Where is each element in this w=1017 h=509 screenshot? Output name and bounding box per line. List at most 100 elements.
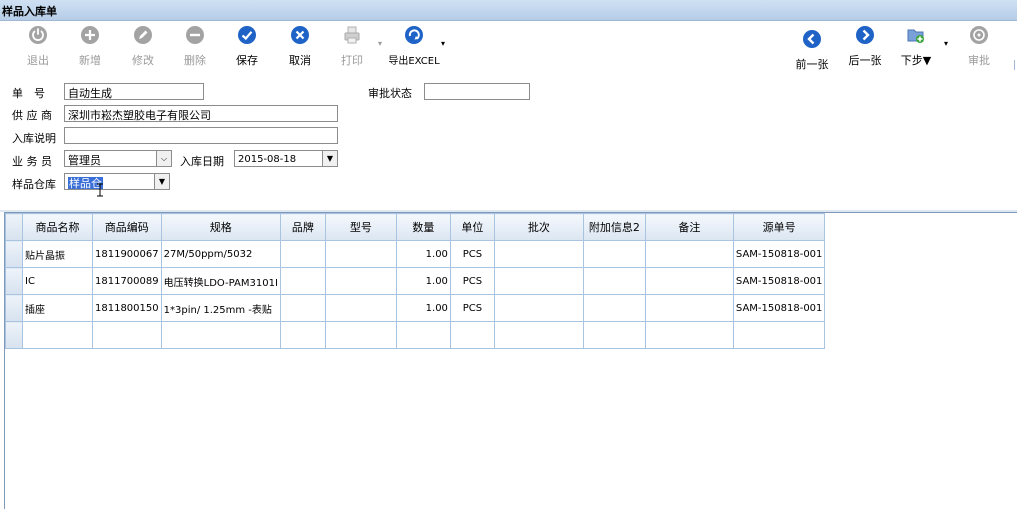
table-row[interactable]: 贴片晶振 1811900067 27M/50ppm/5032 1.00 PCS SAM-1…: [5, 240, 826, 268]
grid-cell[interactable]: [644, 240, 734, 268]
doc-no-field[interactable]: 自动生成: [64, 83, 204, 100]
grid-cell[interactable]: 1811700089: [92, 267, 162, 295]
edit-label: 修改: [132, 54, 154, 67]
export-excel-button[interactable]: 导出EXCEL: [388, 25, 440, 67]
grid-cell[interactable]: [22, 321, 93, 349]
grid-cell[interactable]: 27M/50ppm/5032: [160, 240, 281, 268]
clerk-select[interactable]: 管理员 ⌵: [64, 150, 172, 167]
column-header[interactable]: 源单号: [732, 213, 826, 241]
chevron-down-icon[interactable]: ▼: [154, 174, 169, 189]
date-picker[interactable]: 2015-08-18 ▼: [234, 150, 338, 167]
column-header[interactable]: 型号: [324, 213, 397, 241]
grid-cell[interactable]: [493, 267, 584, 295]
grid-cell[interactable]: [279, 294, 326, 322]
grid-cell[interactable]: [644, 294, 734, 322]
grid-cell[interactable]: [582, 240, 646, 268]
approve-button[interactable]: 审批: [954, 25, 1004, 67]
grid-cell[interactable]: [324, 321, 397, 349]
grid-cell[interactable]: [582, 294, 646, 322]
grid-cell[interactable]: 电压转换LDO-PAM3101I: [160, 267, 281, 295]
add-button[interactable]: 新增: [65, 25, 115, 67]
grid-cell[interactable]: [92, 321, 162, 349]
row-header[interactable]: [5, 294, 23, 322]
grid-cell[interactable]: 1*3pin/ 1.25mm -表贴: [160, 294, 281, 322]
grid-cell[interactable]: PCS: [449, 294, 495, 322]
chevron-down-icon[interactable]: ▼: [322, 151, 337, 166]
approval-status-field[interactable]: [424, 83, 530, 100]
grid-cell[interactable]: [449, 321, 495, 349]
detail-grid: 商品名称 商品编码 规格 品牌 型号 数量 单位 批次 附加信息2 备注 源单号…: [4, 212, 1017, 509]
grid-cell[interactable]: [160, 321, 281, 349]
delete-button[interactable]: 删除: [170, 25, 220, 67]
check-circle-icon: [238, 26, 256, 44]
grid-cell[interactable]: 1.00: [395, 240, 451, 268]
row-header[interactable]: [5, 240, 23, 268]
chevron-down-icon[interactable]: ⌵: [156, 151, 171, 166]
supplier-field[interactable]: 深圳市崧杰塑胶电子有限公司: [64, 105, 338, 122]
next-step-dropdown-icon[interactable]: ▾: [944, 39, 948, 48]
table-row[interactable]: [5, 321, 826, 349]
grid-cell[interactable]: [324, 240, 397, 268]
column-header[interactable]: 附加信息2: [582, 213, 646, 241]
approve-icon: [970, 26, 988, 44]
grid-cell[interactable]: [493, 294, 584, 322]
column-header[interactable]: 批次: [493, 213, 584, 241]
grid-cell[interactable]: [582, 267, 646, 295]
grid-cell[interactable]: IC: [22, 267, 93, 295]
column-header[interactable]: 商品编码: [92, 213, 162, 241]
column-header[interactable]: 商品名称: [22, 213, 93, 241]
grid-cell[interactable]: 插座: [22, 294, 93, 322]
grid-cell[interactable]: 1.00: [395, 294, 451, 322]
grid-cell[interactable]: [324, 267, 397, 295]
table-row[interactable]: IC 1811700089 电压转换LDO-PAM3101I 1.00 PCS SAM-1…: [5, 267, 826, 295]
grid-cell[interactable]: SAM-150818-001: [732, 294, 826, 322]
cancel-button[interactable]: 取消: [275, 25, 325, 67]
grid-cell[interactable]: SAM-150818-001: [732, 267, 826, 295]
grid-cell[interactable]: [279, 267, 326, 295]
grid-cell[interactable]: 贴片晶振: [22, 240, 93, 268]
grid-cell[interactable]: [395, 321, 451, 349]
grid-cell[interactable]: 1.00: [395, 267, 451, 295]
grid-cell[interactable]: [493, 321, 584, 349]
save-button[interactable]: 保存: [222, 25, 272, 67]
grid-cell[interactable]: [582, 321, 646, 349]
grid-cell[interactable]: [279, 240, 326, 268]
exit-button[interactable]: 退出: [13, 25, 63, 67]
row-header[interactable]: [5, 267, 23, 295]
warehouse-label: 样品仓库: [12, 178, 56, 191]
column-header[interactable]: 备注: [644, 213, 734, 241]
edit-button[interactable]: 修改: [118, 25, 168, 67]
approval-status-label: 审批状态: [368, 87, 412, 100]
grid-cell[interactable]: [324, 294, 397, 322]
approve-label: 审批: [968, 54, 990, 67]
prev-record-button[interactable]: 前一张: [787, 25, 837, 71]
next-label: 后一张: [848, 54, 882, 67]
table-row[interactable]: 插座 1811800150 1*3pin/ 1.25mm -表贴 1.00 PCS SAM…: [5, 294, 826, 322]
export-dropdown-icon[interactable]: ▾: [441, 39, 445, 48]
grid-cell[interactable]: SAM-150818-001: [732, 240, 826, 268]
next-step-button[interactable]: 下步▼: [891, 25, 941, 67]
row-header[interactable]: [5, 321, 23, 349]
grid-cell[interactable]: [644, 321, 734, 349]
warehouse-select[interactable]: 样品仓 ▼: [64, 173, 170, 190]
grid-cell[interactable]: PCS: [449, 267, 495, 295]
column-header[interactable]: 规格: [160, 213, 281, 241]
print-dropdown-icon[interactable]: ▾: [378, 39, 382, 48]
description-label: 入库说明: [12, 132, 56, 145]
column-header[interactable]: 品牌: [279, 213, 326, 241]
grid-cell[interactable]: [493, 240, 584, 268]
next-record-button[interactable]: 后一张: [840, 25, 890, 67]
save-label: 保存: [236, 54, 258, 67]
plus-circle-icon: [81, 26, 99, 44]
grid-cell[interactable]: [732, 321, 826, 349]
column-header[interactable]: 单位: [449, 213, 495, 241]
grid-cell[interactable]: 1811900067: [92, 240, 162, 268]
print-button[interactable]: 打印: [327, 25, 377, 67]
grid-cell[interactable]: PCS: [449, 240, 495, 268]
grid-cell[interactable]: 1811800150: [92, 294, 162, 322]
grid-cell[interactable]: [279, 321, 326, 349]
arrow-right-icon: [856, 26, 874, 44]
grid-cell[interactable]: [644, 267, 734, 295]
column-header[interactable]: 数量: [395, 213, 451, 241]
description-field[interactable]: [64, 127, 338, 144]
